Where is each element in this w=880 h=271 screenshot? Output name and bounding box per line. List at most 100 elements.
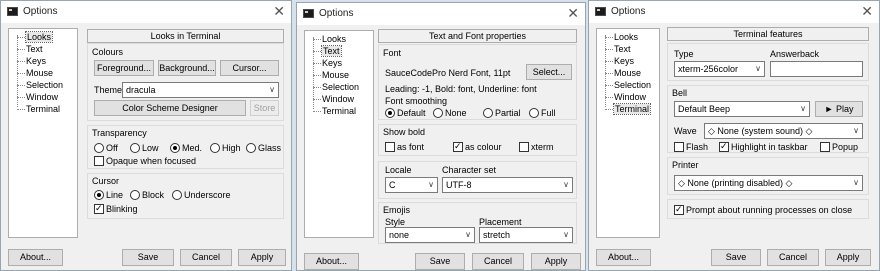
category-tree: Looks Text Keys Mouse Selection Window T… xyxy=(304,30,374,238)
tree-item-selection[interactable]: Selection xyxy=(13,79,63,91)
window-title: Options xyxy=(611,6,646,17)
wave-label: Wave xyxy=(674,126,697,136)
save-button[interactable]: Save xyxy=(415,253,465,270)
cancel-button[interactable]: Cancel xyxy=(472,253,524,270)
transparency-high-radio[interactable]: High xyxy=(210,142,241,154)
cursor-label: Cursor xyxy=(92,176,120,186)
type-label: Type xyxy=(674,49,694,59)
blinking-checkbox[interactable]: Blinking xyxy=(94,202,138,215)
tree-item-text[interactable]: Text xyxy=(13,43,43,55)
tree-item-looks[interactable]: Looks xyxy=(601,31,638,43)
about-button[interactable]: About... xyxy=(304,253,359,270)
transparency-glass-radio[interactable]: Glass xyxy=(246,142,281,154)
save-button[interactable]: Save xyxy=(122,249,174,266)
color-scheme-designer-button[interactable]: Color Scheme Designer xyxy=(94,100,246,116)
cursor-group: Cursor Line Block Underscore Blinking xyxy=(87,173,284,219)
tree-item-keys[interactable]: Keys xyxy=(13,55,46,67)
tree-item-window[interactable]: Window xyxy=(601,91,646,103)
close-icon[interactable]: ✕ xyxy=(567,5,579,21)
emoji-placement-combo[interactable]: stretch xyxy=(479,227,573,243)
about-button[interactable]: About... xyxy=(8,249,63,266)
printer-combo[interactable]: ◇ None (printing disabled) ◇ xyxy=(674,175,863,191)
tree-item-text[interactable]: Text xyxy=(309,45,342,57)
cancel-button[interactable]: Cancel xyxy=(180,249,232,266)
bold-xterm-checkbox[interactable]: xterm xyxy=(519,141,554,153)
window-title: Options xyxy=(23,6,58,17)
locale-combo[interactable]: C xyxy=(385,177,438,193)
wave-combo[interactable]: ◇ None (system sound) ◇ xyxy=(704,123,863,139)
tree-item-keys[interactable]: Keys xyxy=(309,57,342,69)
tree-item-mouse[interactable]: Mouse xyxy=(309,69,349,81)
tree-item-keys[interactable]: Keys xyxy=(601,55,634,67)
charset-combo[interactable]: UTF-8 xyxy=(442,177,573,193)
tree-item-looks[interactable]: Looks xyxy=(13,31,54,43)
tree-item-terminal[interactable]: Terminal xyxy=(309,105,356,117)
smoothing-default-radio[interactable]: Default xyxy=(385,107,426,119)
terminal-type-combo[interactable]: xterm-256color xyxy=(674,61,765,77)
store-button[interactable]: Store xyxy=(250,100,279,116)
smoothing-partial-radio[interactable]: Partial xyxy=(483,107,521,119)
cursor-line-radio[interactable]: Line xyxy=(94,189,123,201)
terminal-app-icon xyxy=(7,7,18,16)
theme-combo[interactable]: dracula xyxy=(122,82,279,98)
tree-item-looks[interactable]: Looks xyxy=(309,33,346,45)
answerback-input[interactable] xyxy=(770,61,863,77)
font-leading-info: Leading: -1, Bold: font, Underline: font xyxy=(385,84,537,94)
emoji-style-combo[interactable]: none xyxy=(385,227,475,243)
close-icon[interactable]: ✕ xyxy=(861,3,873,19)
font-select-button[interactable]: Select... xyxy=(526,64,572,80)
cursor-block-radio[interactable]: Block xyxy=(130,189,164,201)
category-tree: Looks Text Keys Mouse Selection Window T… xyxy=(8,28,78,238)
printer-label: Printer xyxy=(672,160,699,170)
tree-item-selection[interactable]: Selection xyxy=(601,79,651,91)
apply-button[interactable]: Apply xyxy=(531,253,581,270)
cursor-colour-button[interactable]: Cursor... xyxy=(220,60,279,76)
options-window-terminal: Options ✕ Looks Text Keys Mouse Selectio… xyxy=(588,0,880,271)
bell-play-button[interactable]: ► Play xyxy=(815,101,863,117)
bell-sound-combo[interactable]: Default Beep xyxy=(674,101,810,117)
panel-title: Looks in Terminal xyxy=(87,29,284,43)
printer-group: Printer ◇ None (printing disabled) ◇ xyxy=(667,157,869,195)
cursor-underscore-radio[interactable]: Underscore xyxy=(172,189,231,201)
tree-item-window[interactable]: Window xyxy=(13,91,58,103)
emoji-style-label: Style xyxy=(385,217,406,227)
about-button[interactable]: About... xyxy=(596,249,651,266)
charset-label: Character set xyxy=(442,165,497,175)
cancel-button[interactable]: Cancel xyxy=(767,249,819,266)
panel-title: Text and Font properties xyxy=(378,29,577,43)
bell-popup-checkbox[interactable]: Popup xyxy=(820,141,858,153)
bold-as-font-checkbox[interactable]: as font xyxy=(385,141,424,153)
save-button[interactable]: Save xyxy=(711,249,761,266)
tree-item-text[interactable]: Text xyxy=(601,43,631,55)
category-tree: Looks Text Keys Mouse Selection Window T… xyxy=(596,28,660,238)
tree-item-selection[interactable]: Selection xyxy=(309,81,359,93)
background-button[interactable]: Background... xyxy=(158,60,216,76)
transparency-low-radio[interactable]: Low xyxy=(130,142,159,154)
apply-button[interactable]: Apply xyxy=(825,249,871,266)
highlight-in-taskbar-checkbox[interactable]: Highlight in taskbar xyxy=(719,140,808,153)
smoothing-full-radio[interactable]: Full xyxy=(529,107,556,119)
foreground-button[interactable]: Foreground... xyxy=(94,60,154,76)
font-group: Font SauceCodePro Nerd Font, 11pt Select… xyxy=(378,44,577,120)
title-bar: Options ✕ xyxy=(1,1,291,23)
prompt-on-close-checkbox[interactable]: Prompt about running processes on close xyxy=(674,203,852,216)
font-label: Font xyxy=(383,48,402,58)
tree-item-terminal[interactable]: Terminal xyxy=(601,103,652,115)
opaque-when-focused-checkbox[interactable]: Opaque when focused xyxy=(94,155,196,167)
options-window-text: Options ✕ Looks Text Keys Mouse Selectio… xyxy=(296,2,586,271)
tree-item-mouse[interactable]: Mouse xyxy=(601,67,641,79)
tree-item-terminal[interactable]: Terminal xyxy=(13,103,60,115)
apply-button[interactable]: Apply xyxy=(238,249,286,266)
transparency-med-radio[interactable]: Med. xyxy=(170,142,202,154)
tree-item-window[interactable]: Window xyxy=(309,93,354,105)
smoothing-none-radio[interactable]: None xyxy=(433,107,467,119)
window-title: Options xyxy=(319,8,354,19)
transparency-off-radio[interactable]: Off xyxy=(94,142,118,154)
tree-item-mouse[interactable]: Mouse xyxy=(13,67,53,79)
title-bar: Options ✕ xyxy=(297,3,585,25)
bell-flash-checkbox[interactable]: Flash xyxy=(674,141,708,153)
terminal-app-icon xyxy=(303,9,314,18)
close-icon[interactable]: ✕ xyxy=(273,3,285,19)
bold-as-colour-checkbox[interactable]: as colour xyxy=(453,140,502,153)
transparency-label: Transparency xyxy=(92,128,147,138)
